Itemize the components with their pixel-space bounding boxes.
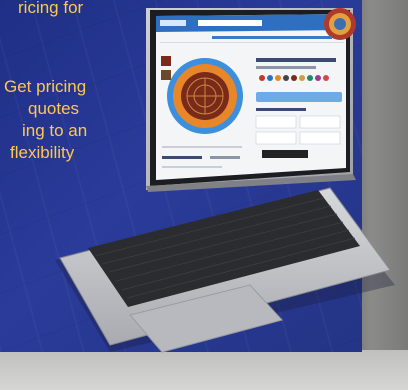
laptop	[55, 8, 395, 353]
thumb-1	[161, 56, 171, 66]
color-swatches	[259, 75, 329, 81]
site-search	[198, 20, 262, 26]
cart-button	[262, 150, 308, 158]
site-nav	[212, 36, 332, 39]
photo-scene: ricing for Get pricing quotes ing to an …	[0, 0, 408, 390]
option-1	[255, 115, 297, 129]
site-logo	[160, 20, 186, 26]
thumb-2	[161, 70, 171, 80]
laptop-screen	[156, 8, 356, 180]
option-3	[255, 131, 297, 145]
option-2	[299, 115, 341, 129]
quote-button	[256, 92, 342, 102]
option-4	[299, 131, 341, 145]
product-title	[256, 58, 336, 62]
